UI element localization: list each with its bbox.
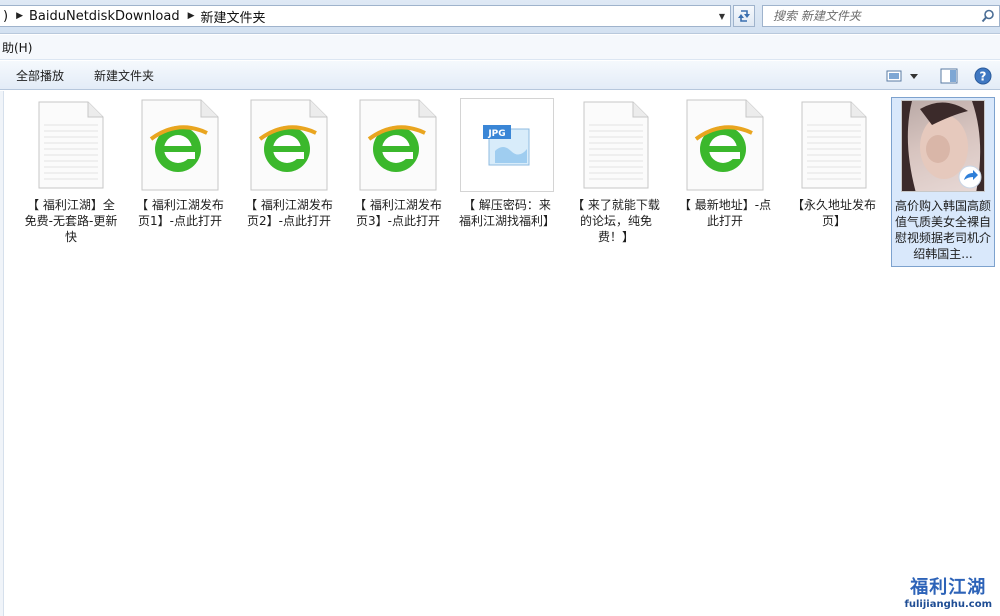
breadcrumb-arrow-icon[interactable]: ▶ — [188, 11, 195, 21]
file-item[interactable]: 【 最新地址】-点此打开 — [675, 97, 775, 229]
file-name: 【 福利江湖】全免费-无套路-更新快 — [24, 198, 118, 244]
watermark-title: 福利江湖 — [910, 577, 987, 598]
help-button[interactable]: ? — [972, 65, 994, 87]
file-thumbnail — [568, 97, 664, 193]
toolbar-right-group: ? — [878, 61, 1000, 90]
video-thumbnail-image — [901, 100, 985, 192]
file-name: 【永久地址发布页】 — [791, 198, 876, 228]
menu-bar: 助(H) — [0, 35, 1000, 60]
new-folder-button[interactable]: 新建文件夹 — [78, 61, 168, 89]
breadcrumb-arrow-icon[interactable]: ▶ — [16, 11, 23, 21]
text-document-icon — [38, 101, 104, 189]
navigation-pane-edge[interactable] — [0, 91, 4, 616]
file-name: 【 来了就能下载的论坛，纯免费！】 — [572, 198, 660, 244]
site-watermark-logo: 福利江湖 fulijianghu.com — [905, 573, 992, 610]
preview-pane-icon — [940, 68, 958, 83]
file-thumbnail — [241, 97, 337, 193]
breadcrumb-item-current-folder[interactable]: 新建文件夹 — [201, 7, 266, 26]
address-bar[interactable]: ) ▶ BaiduNetdiskDownload ▶ 新建文件夹 ▼ — [0, 5, 731, 27]
file-thumbnail — [677, 97, 773, 193]
help-icon: ? — [974, 67, 992, 84]
text-document-icon — [583, 101, 649, 189]
shortcut-arrow-icon — [958, 165, 982, 189]
search-input[interactable] — [773, 9, 973, 23]
file-item[interactable]: 【 福利江湖】全免费-无套路-更新快 — [21, 97, 121, 245]
search-box[interactable] — [762, 5, 1000, 27]
file-name: 【 解压密码：来福利江湖找福利】 — [459, 198, 556, 228]
file-item[interactable]: 【 来了就能下载的论坛，纯免费！】 — [566, 97, 666, 245]
refresh-button[interactable] — [733, 5, 755, 27]
file-thumbnail — [786, 97, 882, 193]
search-icon[interactable] — [981, 9, 995, 23]
file-item[interactable]: 【永久地址发布页】 — [784, 97, 884, 229]
browser-shortcut-icon — [141, 99, 219, 191]
toolbar: 全部播放 新建文件夹 ? — [0, 61, 1000, 90]
svg-text:JPG: JPG — [487, 129, 505, 139]
breadcrumb-item-baidunetdiskdownload[interactable]: BaiduNetdiskDownload — [29, 9, 180, 24]
play-all-button[interactable]: 全部播放 — [0, 61, 78, 89]
file-item[interactable]: 【 福利江湖发布页3】-点此打开 — [348, 97, 448, 229]
browser-shortcut-icon — [359, 99, 437, 191]
file-name: 【 最新地址】-点此打开 — [678, 198, 772, 228]
file-thumbnail — [23, 97, 119, 193]
file-name: 【 福利江湖发布页2】-点此打开 — [245, 198, 333, 228]
menu-item-help[interactable]: 助(H) — [0, 39, 34, 56]
view-options-button[interactable] — [884, 65, 924, 87]
refresh-icon — [738, 10, 750, 22]
file-item-selected[interactable]: 高价购入韩国高颜值气质美女全裸自慰视频据老司机介绍韩国主... — [891, 97, 995, 267]
preview-pane-button[interactable] — [938, 65, 960, 87]
file-item[interactable]: 【 福利江湖发布页2】-点此打开 — [239, 97, 339, 229]
watermark-url: fulijianghu.com — [904, 599, 992, 610]
file-thumbnail — [132, 97, 228, 193]
jpg-image-icon: JPG — [483, 125, 530, 166]
file-list-area[interactable]: 【 福利江湖】全免费-无套路-更新快 【 福利江湖发布页1】-点此打开 【 福利… — [5, 91, 1000, 616]
file-name: 高价购入韩国高颜值气质美女全裸自慰视频据老司机介绍韩国主... — [894, 199, 991, 261]
address-dropdown-icon[interactable]: ▼ — [714, 6, 730, 26]
file-thumbnail — [350, 97, 446, 193]
text-document-icon — [801, 101, 867, 189]
file-item[interactable]: 【 福利江湖发布页1】-点此打开 — [130, 97, 230, 229]
view-options-icon — [886, 70, 918, 81]
file-name: 【 福利江湖发布页1】-点此打开 — [136, 198, 224, 228]
breadcrumb-leading: ) — [3, 8, 9, 24]
svg-text:?: ? — [980, 69, 987, 83]
file-thumbnail — [895, 98, 991, 194]
address-bar-row: ) ▶ BaiduNetdiskDownload ▶ 新建文件夹 ▼ — [0, 0, 1000, 34]
image-preview-frame: JPG — [460, 98, 554, 192]
file-item[interactable]: JPG 【 解压密码：来福利江湖找福利】 — [457, 97, 557, 229]
browser-shortcut-icon — [686, 99, 764, 191]
browser-shortcut-icon — [250, 99, 328, 191]
file-thumbnail: JPG — [459, 97, 555, 193]
file-name: 【 福利江湖发布页3】-点此打开 — [354, 198, 442, 228]
